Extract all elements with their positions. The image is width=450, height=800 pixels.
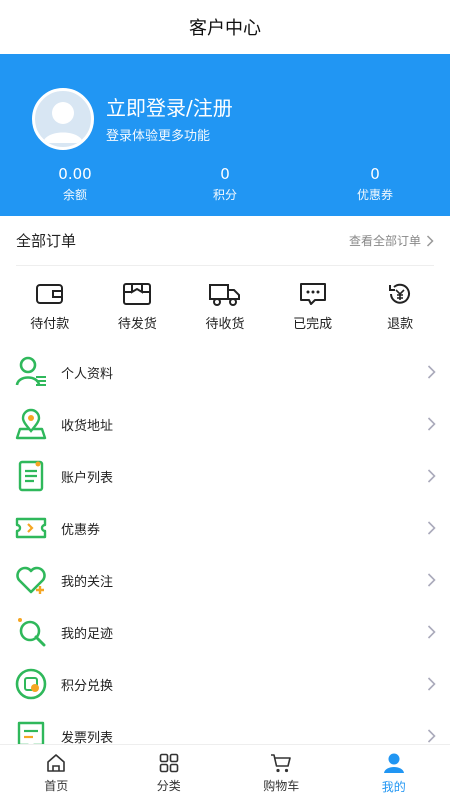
coupon-icon: [14, 511, 48, 545]
footprint-icon: [14, 615, 48, 649]
location-pin-icon: [14, 407, 48, 441]
tab-cart[interactable]: 购物车: [225, 745, 338, 800]
chevron-right-icon: [427, 365, 436, 379]
login-subtitle: 登录体验更多功能: [106, 128, 211, 144]
login-title: 立即登录/注册: [106, 95, 233, 120]
menu-item-footprints[interactable]: 我的足迹: [0, 606, 450, 658]
order-status-label: 待收货: [205, 316, 245, 332]
menu-item-label: 我的足迹: [61, 626, 114, 642]
coupons-value: 0: [370, 165, 380, 183]
menu-item-coupons[interactable]: 优惠券: [0, 502, 450, 554]
order-status-pending-shipment[interactable]: 待发货: [94, 266, 182, 346]
home-icon: [47, 753, 66, 772]
refund-yen-icon: [389, 283, 411, 304]
profile-header: 立即登录/注册 登录体验更多功能 0.00 余额 0 积分 0 优惠券: [0, 54, 450, 216]
truck-icon: [208, 283, 240, 306]
avatar-placeholder-icon: [32, 88, 94, 150]
view-all-orders-link[interactable]: 查看全部订单: [349, 232, 434, 249]
menu-item-label: 收货地址: [61, 418, 114, 434]
order-status-label: 待付款: [30, 316, 70, 332]
chat-done-icon: [299, 282, 326, 305]
menu-item-label: 个人资料: [61, 366, 114, 382]
menu-item-label: 账户列表: [61, 470, 114, 486]
chevron-right-icon: [427, 573, 436, 587]
order-status-label: 退款: [387, 316, 414, 332]
top-bar: 客户中心: [0, 0, 450, 54]
heart-icon: [14, 563, 48, 597]
account-list-icon: [14, 459, 48, 493]
grid-icon: [159, 753, 179, 772]
points-value: 0: [220, 165, 230, 183]
tab-home[interactable]: 首页: [0, 745, 113, 800]
user-icon: [383, 753, 404, 773]
balance-stat[interactable]: 0.00 余额: [0, 164, 150, 203]
tab-label: 首页: [44, 778, 69, 793]
chevron-right-icon: [427, 469, 436, 483]
chevron-right-icon: [427, 521, 436, 535]
menu-item-account-list[interactable]: 账户列表: [0, 450, 450, 502]
menu-item-following[interactable]: 我的关注: [0, 554, 450, 606]
package-icon: [123, 282, 152, 305]
order-status-completed[interactable]: 已完成: [269, 266, 357, 346]
menu-item-label: 积分兑换: [61, 678, 114, 694]
wallet-icon: [35, 283, 63, 304]
points-label: 积分: [212, 188, 237, 202]
chevron-right-icon: [426, 234, 434, 247]
menu-item-profile[interactable]: 个人资料: [0, 346, 450, 398]
orders-header: 全部订单 查看全部订单: [16, 216, 434, 266]
tab-label: 我的: [381, 779, 406, 794]
order-status-refund[interactable]: 退款: [356, 266, 444, 346]
bottom-tab-bar: 首页 分类 购物车 我的: [0, 744, 450, 800]
tab-label: 购物车: [263, 778, 300, 793]
balance-label: 余额: [62, 188, 87, 202]
login-register-button[interactable]: 立即登录/注册 登录体验更多功能: [32, 88, 233, 150]
order-status-pending-receipt[interactable]: 待收货: [181, 266, 269, 346]
coupons-label: 优惠券: [356, 188, 393, 202]
menu-item-label: 我的关注: [61, 574, 114, 590]
tab-mine[interactable]: 我的: [338, 745, 450, 800]
chevron-right-icon: [427, 417, 436, 431]
menu-item-points-exchange[interactable]: 积分兑换: [0, 658, 450, 710]
balance-value: 0.00: [58, 165, 92, 183]
points-stat[interactable]: 0 积分: [150, 164, 300, 203]
menu-item-address[interactable]: 收货地址: [0, 398, 450, 450]
all-orders-title: 全部订单: [16, 232, 77, 250]
page-title: 客户中心: [189, 18, 261, 39]
order-status-row: 待付款 待发货 待收货 已完成 退款: [0, 266, 450, 346]
menu-item-label: 优惠券: [61, 522, 101, 538]
order-status-label: 待发货: [117, 316, 157, 332]
chevron-right-icon: [427, 677, 436, 691]
chevron-right-icon: [427, 625, 436, 639]
cart-icon: [271, 753, 292, 772]
tab-label: 分类: [156, 778, 181, 793]
menu-list: 个人资料 收货地址 账户列表 优惠券 我的关注 我的足迹 积分兑换 发票列表: [0, 346, 450, 762]
order-status-label: 已完成: [293, 316, 333, 332]
chevron-right-icon: [427, 729, 436, 743]
order-status-pending-payment[interactable]: 待付款: [6, 266, 94, 346]
stats-row: 0.00 余额 0 积分 0 优惠券: [0, 164, 450, 203]
coupons-stat[interactable]: 0 优惠券: [300, 164, 450, 203]
tab-categories[interactable]: 分类: [113, 745, 226, 800]
view-all-orders-label: 查看全部订单: [348, 234, 421, 248]
user-profile-icon: [14, 355, 48, 389]
menu-item-label: 发票列表: [61, 730, 114, 746]
points-exchange-icon: [14, 667, 48, 701]
